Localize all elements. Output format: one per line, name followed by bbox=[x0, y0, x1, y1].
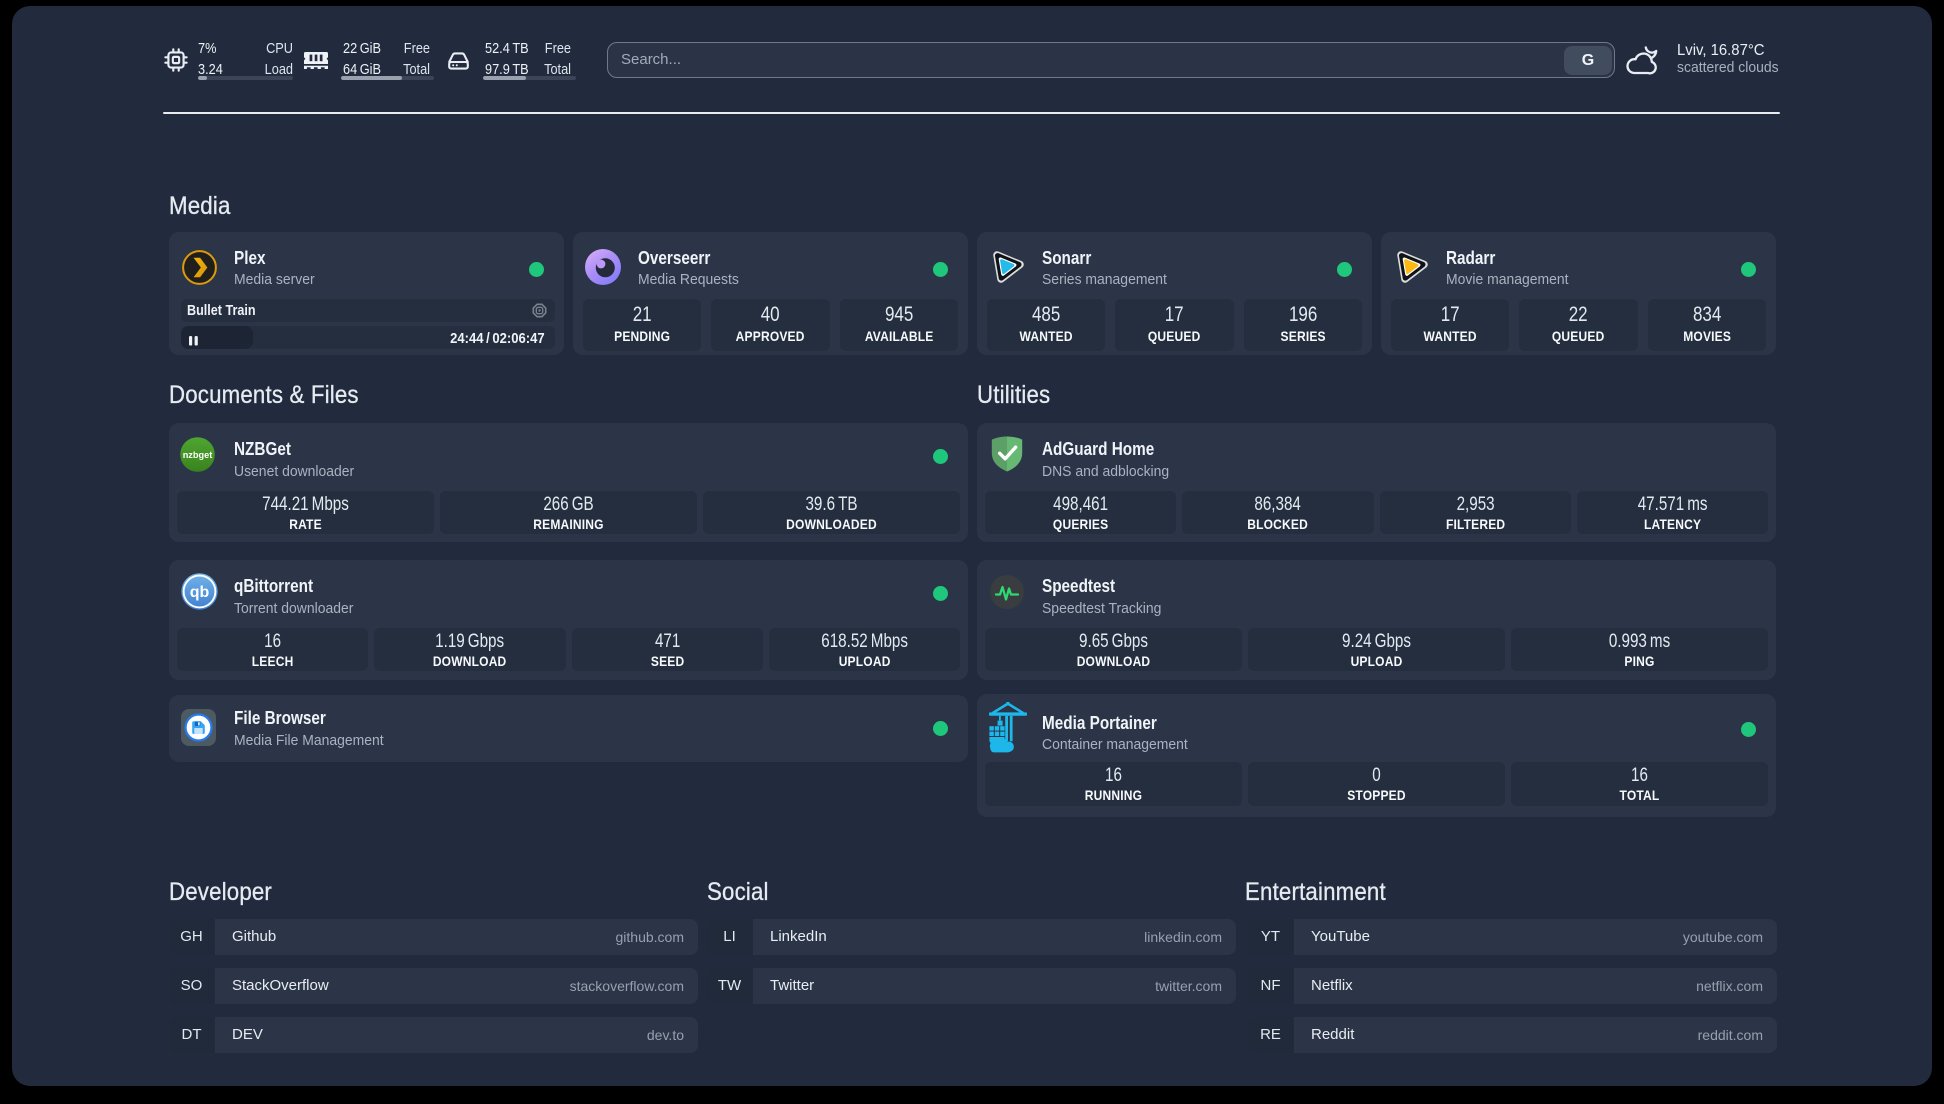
svg-text:qb: qb bbox=[190, 584, 210, 601]
svg-text:nzbget: nzbget bbox=[183, 450, 213, 460]
